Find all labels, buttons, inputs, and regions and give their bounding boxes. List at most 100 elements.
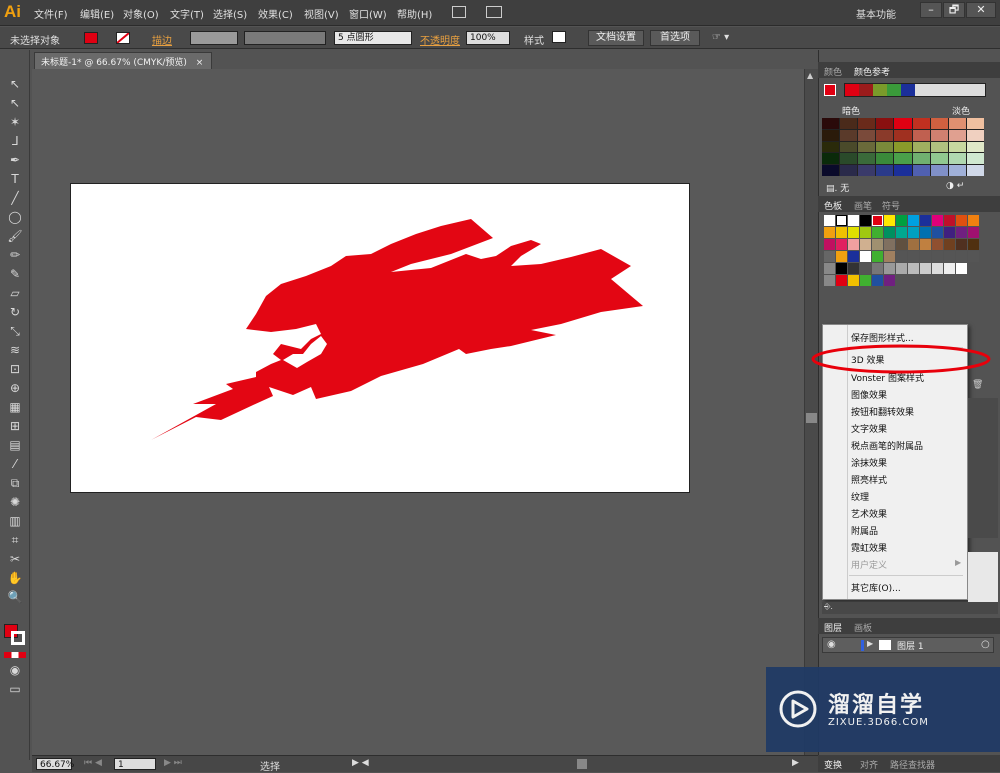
symbol-sprayer-tool-icon[interactable]: ✺ (6, 494, 24, 510)
tab-color[interactable]: 颜色 (824, 65, 842, 78)
status-arrow-icon[interactable]: ▶ ◀ (352, 758, 369, 768)
artboard-tool-icon[interactable]: ⌗ (6, 532, 24, 548)
menu-textures[interactable]: 纹理 (851, 490, 869, 503)
draw-mode-icon[interactable]: ◉ (6, 662, 24, 678)
tab-align[interactable]: 对齐 (860, 758, 878, 771)
pencil-tool-icon[interactable]: ✏ (6, 247, 24, 263)
screen-mode-icon[interactable]: ▭ (6, 681, 24, 697)
base-color-swatch[interactable] (824, 84, 836, 96)
first-page-icon[interactable]: ⏮ ◀ (84, 758, 102, 768)
style-swatch[interactable] (552, 31, 566, 43)
menu-additive[interactable]: 附属品 (851, 524, 878, 537)
close-button[interactable]: ✕ (966, 2, 996, 18)
vertical-scrollbar[interactable]: ▲ (804, 69, 818, 755)
menu-object[interactable]: 对象(O) (123, 6, 159, 21)
pen-tool-icon[interactable]: ✒ (6, 152, 24, 168)
arrange-icon[interactable]: ☞ ▾ (712, 32, 729, 43)
target-icon[interactable]: ○ (981, 639, 990, 650)
tab-layers[interactable]: 图层 (824, 621, 842, 634)
ellipse-tool-icon[interactable]: ◯ (6, 209, 24, 225)
zoom-tool-icon[interactable]: 🔍 (6, 589, 24, 605)
expand-icon[interactable]: ▶ (867, 639, 873, 648)
stroke-swatch[interactable] (116, 32, 130, 44)
free-transform-tool-icon[interactable]: ⊡ (6, 361, 24, 377)
document-tab[interactable]: 未标题-1* @ 66.67% (CMYK/预览) × (34, 52, 212, 69)
fill-swatch[interactable] (84, 32, 98, 44)
menu-brush-additions[interactable]: 税点画笔的附属品 (851, 439, 923, 452)
swatch-grid[interactable] (824, 215, 980, 286)
workspace-switcher[interactable]: 基本功能 (856, 6, 896, 21)
menu-neon-effects[interactable]: 霓虹效果 (851, 541, 887, 554)
direct-selection-tool-icon[interactable]: ↖ (6, 95, 24, 111)
edit-colors-icon[interactable]: ◑ ↵ (946, 181, 964, 191)
tab-swatches[interactable]: 色板 (824, 199, 842, 212)
menu-illuminate-styles[interactable]: 照亮样式 (851, 473, 887, 486)
eyedropper-tool-icon[interactable]: ⁄ (6, 456, 24, 472)
menu-scribble-effects[interactable]: 涂抹效果 (851, 456, 887, 469)
tab-artboards[interactable]: 画板 (854, 621, 872, 634)
paintbrush-tool-icon[interactable]: 🖌 (6, 228, 24, 244)
opacity-label[interactable]: 不透明度 (420, 32, 460, 47)
hscroll-thumb[interactable] (577, 759, 587, 769)
menu-type[interactable]: 文字(T) (170, 6, 204, 21)
minimize-button[interactable]: – (920, 2, 942, 18)
document-close-icon[interactable]: × (196, 58, 204, 68)
menu-select[interactable]: 选择(S) (213, 6, 247, 21)
slice-tool-icon[interactable]: ✂ (6, 551, 24, 567)
tab-pathfinder[interactable]: 路径查找器 (890, 758, 935, 771)
stroke-color-icon[interactable] (11, 631, 25, 645)
tab-transform[interactable]: 变换 (824, 758, 842, 771)
hscroll-right-icon[interactable]: ▶ (792, 758, 799, 768)
menu-image-effects[interactable]: 图像效果 (851, 388, 887, 401)
column-graph-tool-icon[interactable]: ▥ (6, 513, 24, 529)
stroke-label[interactable]: 描边 (152, 32, 172, 47)
lasso-tool-icon[interactable]: ᒧ (6, 133, 24, 149)
color-mode-icons[interactable] (4, 652, 26, 658)
menu-other-library[interactable]: 其它库(O)... (851, 581, 901, 594)
line-tool-icon[interactable]: ╱ (6, 190, 24, 206)
menu-button-rollover[interactable]: 按钮和翻转效果 (851, 405, 914, 418)
rotate-tool-icon[interactable]: ↻ (6, 304, 24, 320)
artwork-graphic[interactable] (71, 184, 691, 494)
menu-help[interactable]: 帮助(H) (397, 6, 432, 21)
next-page-icon[interactable]: ▶ ⏭ (164, 758, 182, 768)
variable-width-select[interactable] (244, 31, 326, 45)
blend-tool-icon[interactable]: ⧉ (6, 475, 24, 491)
delete-icon[interactable]: 🗑 (972, 380, 983, 390)
shape-builder-tool-icon[interactable]: ⊕ (6, 380, 24, 396)
perspective-grid-tool-icon[interactable]: ▦ (6, 399, 24, 415)
mesh-tool-icon[interactable]: ⊞ (6, 418, 24, 434)
hand-tool-icon[interactable]: ✋ (6, 570, 24, 586)
selection-tool-icon[interactable]: ↖ (6, 76, 24, 92)
menu-view[interactable]: 视图(V) (304, 6, 339, 21)
type-tool-icon[interactable]: T (6, 171, 24, 187)
stroke-weight-input[interactable] (190, 31, 238, 45)
document-setup-button[interactable]: 文档设置 (588, 30, 644, 46)
scroll-thumb[interactable] (806, 413, 817, 423)
blob-brush-tool-icon[interactable]: ✎ (6, 266, 24, 282)
menu-type-effects[interactable]: 文字效果 (851, 422, 887, 435)
menu-window[interactable]: 窗口(W) (349, 6, 387, 21)
tab-symbols[interactable]: 符号 (882, 199, 900, 212)
warp-tool-icon[interactable]: ≋ (6, 342, 24, 358)
visibility-eye-icon[interactable]: ◉ (827, 639, 836, 650)
bridge-icon[interactable] (452, 6, 466, 18)
arrange-docs-icon[interactable] (486, 6, 502, 18)
eraser-tool-icon[interactable]: ▱ (6, 285, 24, 301)
color-guide-grid[interactable] (822, 118, 984, 176)
menu-file[interactable]: 文件(F) (34, 6, 68, 21)
menu-artistic-effects[interactable]: 艺术效果 (851, 507, 887, 520)
preferences-button[interactable]: 首选项 (650, 30, 700, 46)
magic-wand-tool-icon[interactable]: ✶ (6, 114, 24, 130)
brush-select[interactable]: 5 点圆形 (334, 31, 412, 45)
harmony-rule-bar[interactable] (844, 83, 986, 97)
tab-brushes[interactable]: 画笔 (854, 199, 872, 212)
scale-tool-icon[interactable]: ⤡ (6, 323, 24, 339)
scroll-up-icon[interactable]: ▲ (807, 71, 815, 80)
tab-color-guide[interactable]: 颜色参考 (854, 65, 890, 78)
restore-button[interactable]: 🗗 (943, 2, 965, 18)
gradient-tool-icon[interactable]: ▤ (6, 437, 24, 453)
menu-effect[interactable]: 效果(C) (258, 6, 293, 21)
layer-row[interactable]: ◉ ▶ 图层 1 ○ (822, 637, 994, 653)
artboard[interactable] (70, 183, 690, 493)
